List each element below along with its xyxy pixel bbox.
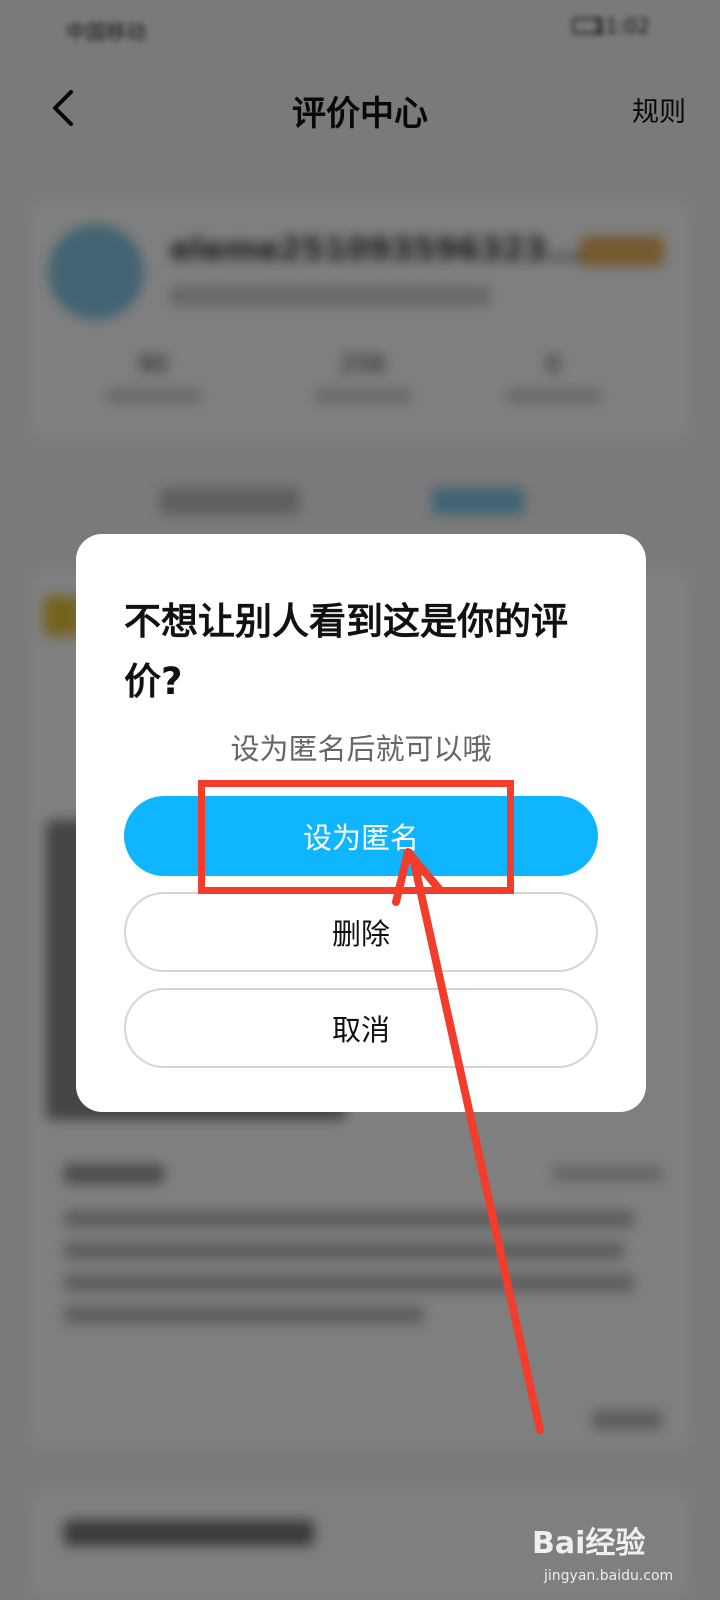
annotation-arrow-icon <box>392 848 544 1434</box>
watermark-site: jingyan.baidu.com <box>544 1568 674 1584</box>
watermark: Bai经验 jingyan.baidu.com <box>532 1508 702 1590</box>
watermark-logo: Bai经验 <box>532 1526 646 1561</box>
